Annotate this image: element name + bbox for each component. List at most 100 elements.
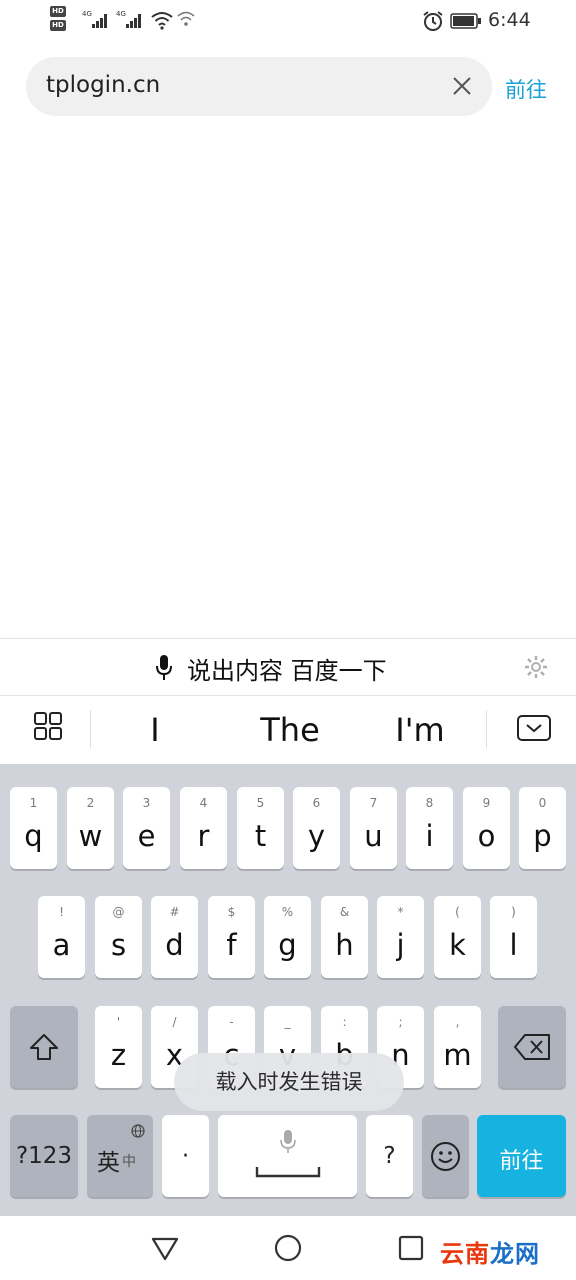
key-char: j	[396, 928, 405, 962]
home-circle-icon[interactable]	[273, 1233, 303, 1263]
voice-search-strip[interactable]: 说出内容 百度一下	[0, 638, 576, 696]
watermark-part1: 云南	[440, 1240, 490, 1268]
url-text[interactable]: tplogin.cn	[46, 72, 160, 98]
clock-time: 6:44	[488, 9, 531, 31]
key-d[interactable]: # d	[151, 896, 198, 978]
keyboard-collapse-icon[interactable]	[517, 715, 551, 741]
lang-main: 英	[97, 1150, 120, 1176]
recents-square-icon[interactable]	[396, 1233, 426, 1263]
go-button[interactable]: 前往	[505, 74, 547, 104]
grid-icon[interactable]	[34, 712, 62, 740]
key-i[interactable]: 8i	[406, 787, 453, 869]
key-char: t	[254, 819, 267, 853]
key-hint: 8	[425, 796, 434, 810]
candidate-word[interactable]: The	[240, 711, 340, 749]
backspace-key[interactable]	[498, 1006, 566, 1088]
sim1-hd-badge: HD	[50, 6, 66, 17]
alarm-icon	[423, 11, 443, 31]
candidate-word[interactable]: I	[130, 711, 180, 749]
key-hint: 6	[312, 796, 321, 810]
key-r[interactable]: 4r	[180, 787, 227, 869]
question-key[interactable]: ?	[366, 1115, 413, 1197]
key-w[interactable]: 2w	[67, 787, 114, 869]
key-char: h	[335, 928, 354, 962]
key-o[interactable]: 9o	[463, 787, 510, 869]
wifi-icon	[151, 12, 173, 30]
key-hint: (	[455, 905, 460, 919]
key-hint: _	[284, 1015, 291, 1029]
key-char: p	[533, 819, 552, 853]
status-bar: HD HD 4G 4G 6:44	[0, 0, 576, 44]
signal-icon	[126, 14, 142, 28]
key-char: i	[425, 819, 434, 853]
toast-message: 载入时发生错误	[215, 1070, 363, 1094]
key-hint: 4	[199, 796, 208, 810]
watermark: 云南龙网	[440, 1234, 540, 1269]
key-char: g	[278, 928, 297, 962]
microphone-icon	[280, 1130, 296, 1153]
key-q[interactable]: 1q	[10, 787, 57, 869]
address-input[interactable]: tplogin.cn	[26, 57, 492, 116]
key-k[interactable]: (k	[434, 896, 481, 978]
key-hint: ;	[398, 1015, 403, 1029]
divider	[90, 710, 91, 748]
close-icon[interactable]	[450, 74, 474, 98]
key-hint: '	[116, 1015, 121, 1029]
key-s[interactable]: @ s	[95, 896, 142, 978]
key-hint: *	[397, 905, 404, 919]
key-p[interactable]: 0p	[519, 787, 566, 869]
key-m[interactable]: ,m	[434, 1006, 481, 1088]
key-char: d	[165, 928, 184, 962]
key-char: w	[78, 819, 103, 853]
smiley-icon	[431, 1142, 460, 1171]
gear-icon[interactable]	[523, 654, 549, 680]
key-g[interactable]: % g	[264, 896, 311, 978]
signal-icon	[92, 14, 108, 28]
key-hint: 0	[538, 796, 547, 810]
key-t[interactable]: 5t	[237, 787, 284, 869]
key-hint: 7	[369, 796, 378, 810]
enter-go-key[interactable]: 前往	[477, 1115, 566, 1197]
key-z[interactable]: ' z	[95, 1006, 142, 1088]
divider	[486, 710, 487, 748]
key-a[interactable]: ! a	[38, 896, 85, 978]
shift-key[interactable]	[10, 1006, 78, 1088]
key-char: a	[52, 928, 71, 962]
emoji-key[interactable]	[422, 1115, 469, 1197]
language-switch-key[interactable]: 英 中	[87, 1115, 153, 1197]
space-key[interactable]	[218, 1115, 357, 1197]
key-char: k	[449, 928, 466, 962]
key-char: u	[364, 819, 383, 853]
key-hint: 5	[256, 796, 265, 810]
error-toast: 载入时发生错误	[174, 1053, 404, 1111]
space-bar-icon	[255, 1167, 321, 1178]
key-e[interactable]: 3e	[123, 787, 170, 869]
key-hint: :	[342, 1015, 347, 1029]
key-u[interactable]: 7u	[350, 787, 397, 869]
hotspot-icon	[177, 11, 195, 26]
numbers-key[interactable]: ?123	[10, 1115, 78, 1197]
key-hint: 9	[482, 796, 491, 810]
microphone-icon[interactable]	[154, 654, 174, 682]
candidate-word[interactable]: I'm	[380, 711, 460, 749]
key-y[interactable]: 6y	[293, 787, 340, 869]
key-hint: 2	[86, 796, 95, 810]
key-hint: &	[339, 905, 350, 919]
key-hint: @	[112, 905, 125, 919]
key-hint: ,	[455, 1015, 460, 1029]
key-l[interactable]: ) l	[490, 896, 537, 978]
key-label: ?123	[15, 1143, 73, 1169]
key-char: z	[110, 1038, 127, 1072]
key-f[interactable]: $ f	[208, 896, 255, 978]
key-h[interactable]: & h	[321, 896, 368, 978]
key-j[interactable]: * j	[377, 896, 424, 978]
key-label: ?	[383, 1143, 396, 1169]
sim2-hd-badge: HD	[50, 20, 66, 31]
navigation-bar: 云南龙网	[0, 1216, 576, 1280]
key-char: m	[443, 1038, 472, 1072]
key-hint: )	[511, 905, 516, 919]
dot-key[interactable]: ·	[162, 1115, 209, 1197]
key-hint: -	[229, 1015, 234, 1029]
back-triangle-icon[interactable]	[150, 1233, 180, 1263]
voice-prompt[interactable]: 说出内容 百度一下	[187, 651, 387, 686]
